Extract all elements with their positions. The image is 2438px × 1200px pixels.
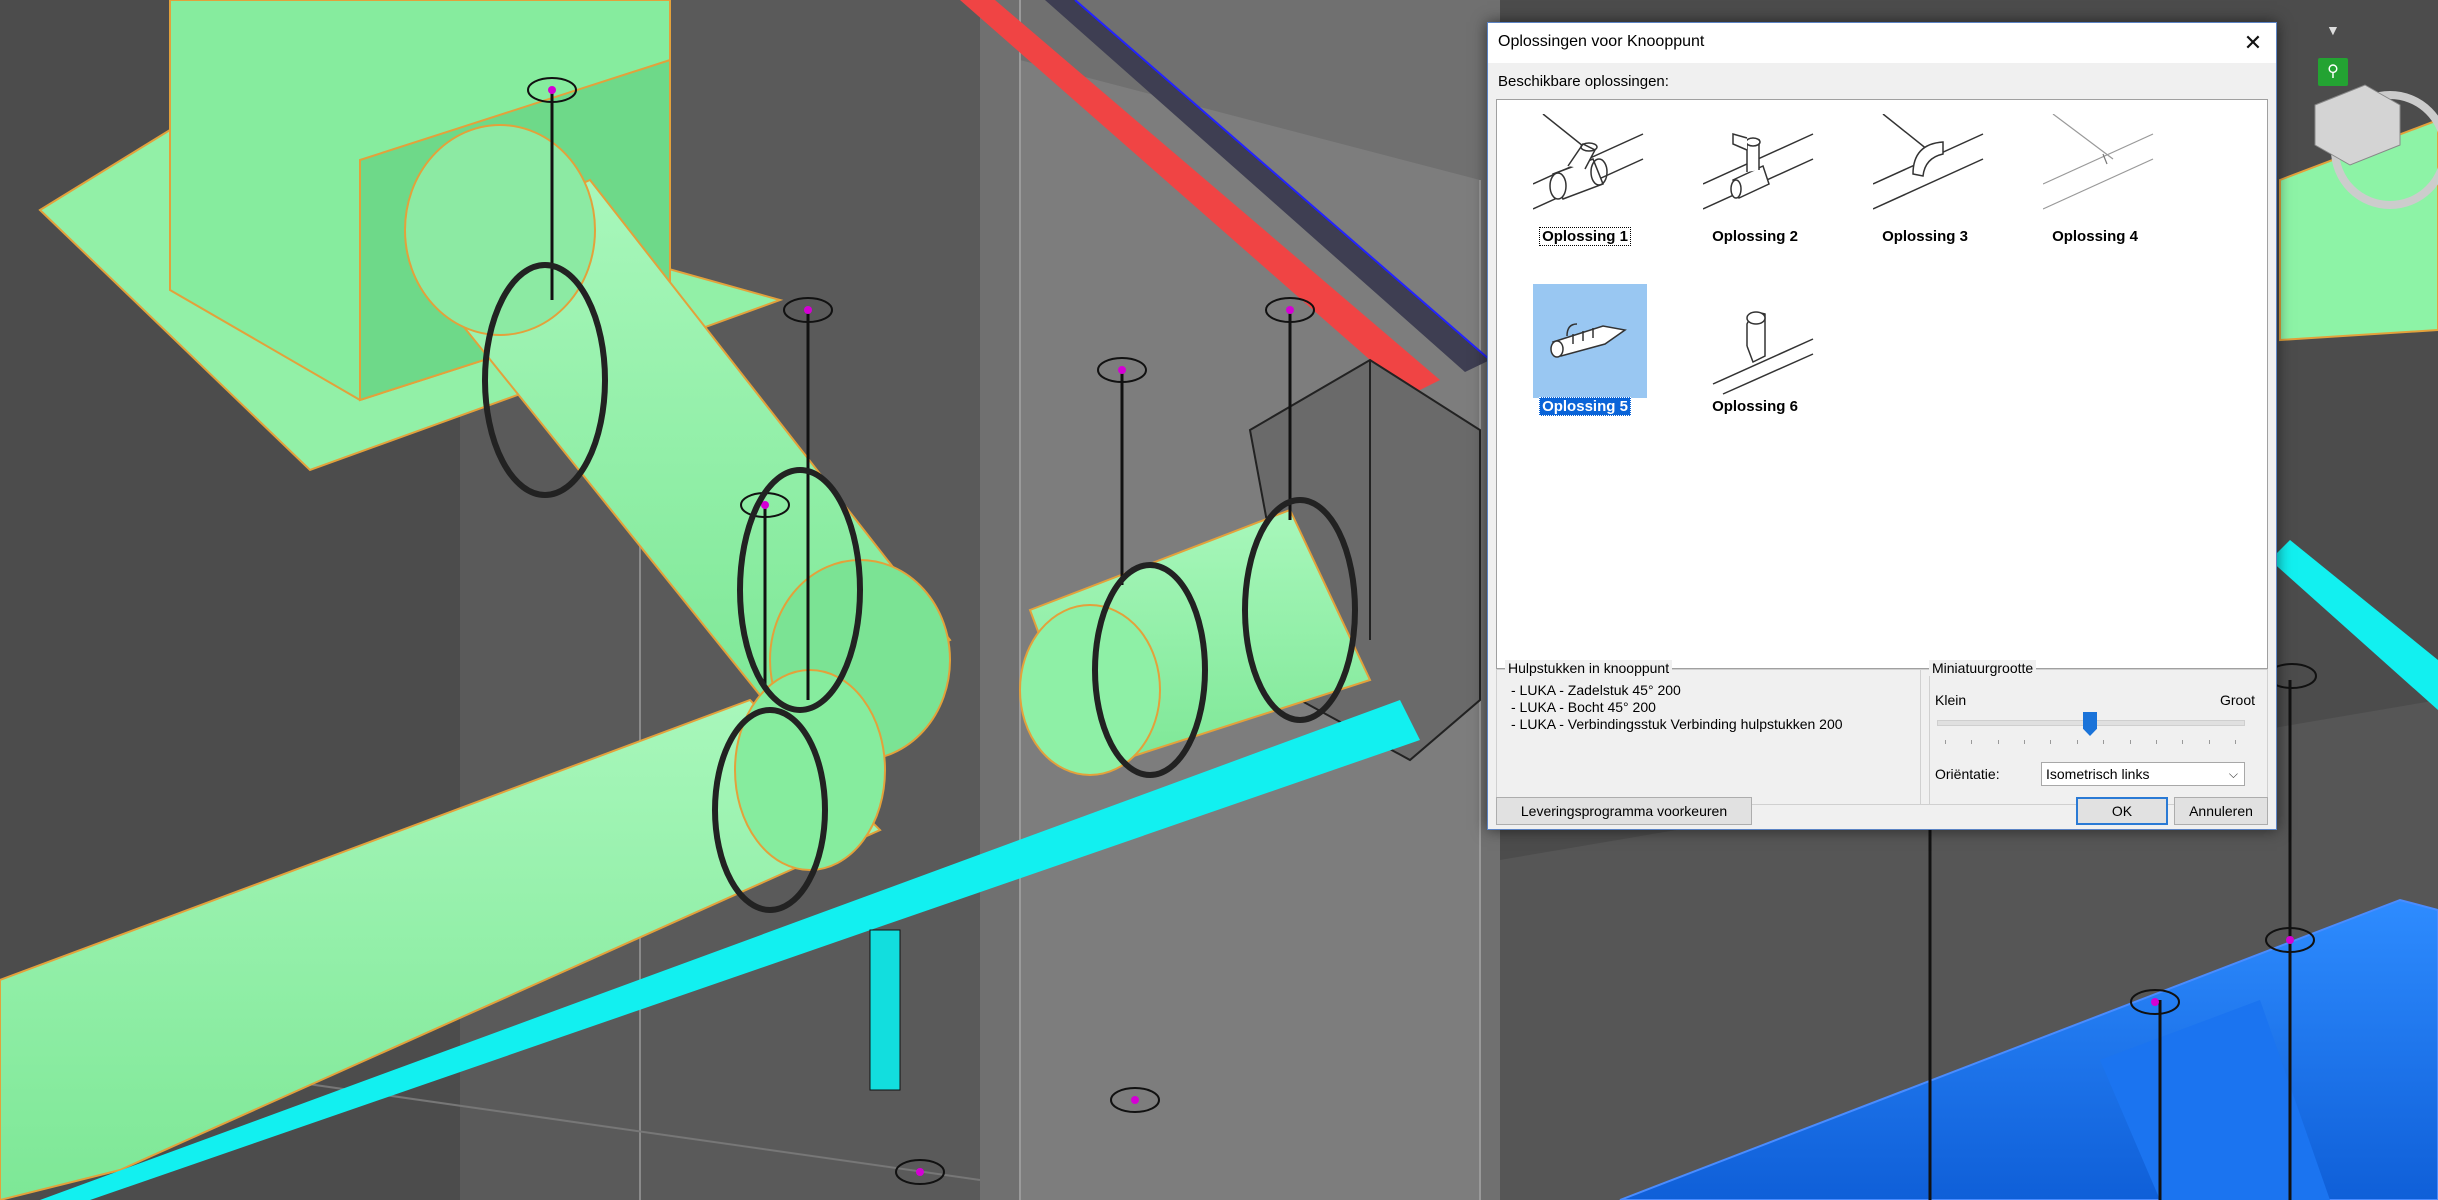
solution-item-6[interactable]: Oplossing 6: [1679, 278, 1831, 438]
solution-5-thumbnail: [1533, 284, 1647, 398]
thumbnail-size-slider-thumb[interactable]: [2083, 712, 2097, 736]
slider-tick: [2050, 740, 2052, 744]
orientation-label: Oriëntatie:: [1935, 766, 2000, 782]
search-button[interactable]: ⚲: [2318, 58, 2348, 86]
slider-min-label: Klein: [1935, 692, 1967, 708]
solution-2-thumbnail: [1703, 133, 1814, 210]
close-icon: ✕: [2243, 30, 2263, 55]
slider-tick: [2155, 740, 2157, 744]
solution-2-label: Oplossing 2: [1712, 228, 1798, 245]
available-solutions-label: Beschikbare oplossingen:: [1498, 73, 1669, 90]
fitting-item: - LUKA - Zadelstuk 45° 200: [1511, 682, 1681, 698]
solutions-dialog: Oplossingen voor Knooppunt ✕ Beschikbare…: [1487, 22, 2277, 830]
slider-tick: [2208, 740, 2210, 744]
solution-item-5[interactable]: Oplossing 5: [1509, 278, 1661, 438]
slider-tick: [2235, 740, 2236, 744]
thumbnail-size-group: Miniatuurgrootte Klein Groot Oriëntatie:…: [1920, 660, 2268, 805]
close-button[interactable]: ✕: [2236, 27, 2270, 59]
fitting-item: - LUKA - Bocht 45° 200: [1511, 699, 1656, 715]
solution-6-label: Oplossing 6: [1712, 398, 1798, 415]
orientation-value: Isometrisch links: [2046, 766, 2150, 782]
slider-tick: [1945, 740, 1946, 744]
solution-6-thumbnail: [1712, 311, 1814, 395]
slider-tick: [1971, 740, 1973, 744]
slider-tick: [2182, 740, 2184, 744]
dialog-title: Oplossingen voor Knooppunt: [1498, 33, 1705, 50]
solution-5-label: Oplossing 5: [1509, 397, 1661, 416]
solution-1-thumbnail: [1533, 114, 1644, 210]
solution-4-label: Oplossing 4: [2052, 228, 2138, 245]
dialog-titlebar[interactable]: Oplossingen voor Knooppunt ✕: [1488, 23, 2276, 63]
solution-item-2[interactable]: Oplossing 2: [1679, 108, 1831, 268]
slider-max-label: Groot: [2219, 692, 2255, 708]
fittings-group: Hulpstukken in knooppunt - LUKA - Zadels…: [1496, 660, 1930, 805]
fittings-group-title: Hulpstukken in knooppunt: [1505, 660, 1673, 676]
orientation-select[interactable]: Isometrisch links ⌵: [2041, 762, 2245, 786]
thumbnail-size-group-title: Miniatuurgrootte: [1929, 660, 2037, 676]
solution-item-3[interactable]: Oplossing 3: [1849, 108, 2001, 268]
search-icon: ⚲: [2327, 63, 2339, 80]
solution-item-1[interactable]: Oplossing 1: [1509, 108, 1661, 268]
chevron-down-icon[interactable]: ▼: [2326, 22, 2340, 38]
solution-1-label: Oplossing 1: [1509, 227, 1661, 246]
solution-3-thumbnail: [1873, 114, 1984, 210]
solution-4-thumbnail: [2043, 114, 2154, 210]
chevron-down-icon: ⌵: [2228, 767, 2238, 781]
solutions-list[interactable]: Oplossing 1 Oplossing 2 Oplossing 3 Oplo…: [1496, 99, 2268, 669]
slider-tick: [2076, 740, 2078, 744]
delivery-program-preferences-button[interactable]: Leveringsprogramma voorkeuren: [1496, 797, 1752, 825]
slider-tick: [2103, 740, 2105, 744]
solution-item-4[interactable]: Oplossing 4: [2019, 108, 2171, 268]
cancel-button[interactable]: Annuleren: [2174, 797, 2268, 825]
slider-tick: [2024, 740, 2026, 744]
slider-tick: [1997, 740, 1999, 744]
ok-button[interactable]: OK: [2076, 797, 2168, 825]
fitting-item: - LUKA - Verbindingsstuk Verbinding hulp…: [1511, 716, 1843, 732]
slider-tick: [2129, 740, 2131, 744]
solution-3-label: Oplossing 3: [1882, 228, 1968, 245]
